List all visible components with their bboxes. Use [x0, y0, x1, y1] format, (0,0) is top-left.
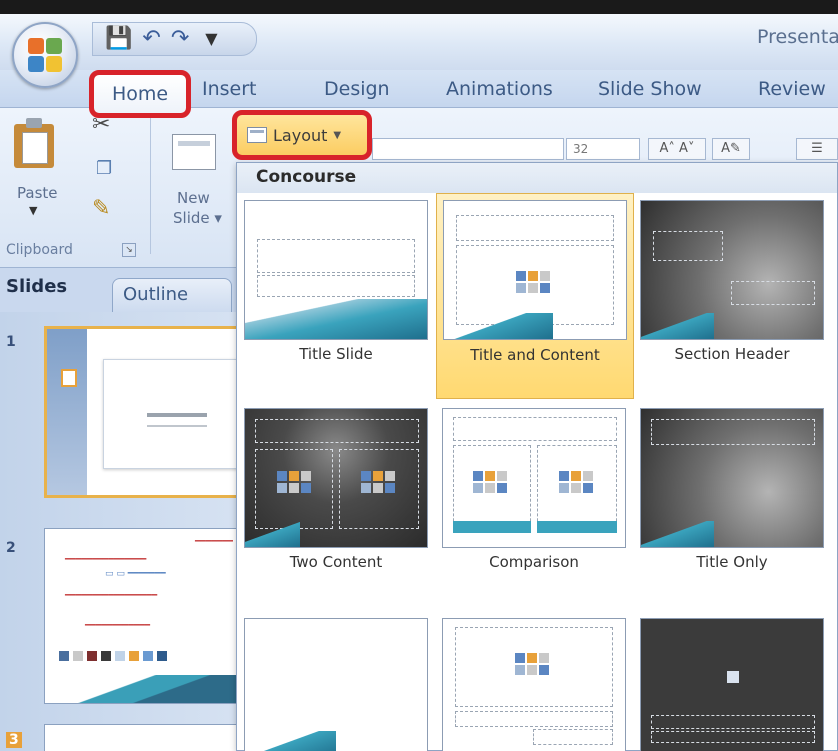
clear-formatting-button[interactable]: A✎ [712, 138, 750, 160]
tab-insert[interactable]: Insert [202, 78, 257, 100]
layout-label: Title and Content [470, 346, 600, 364]
save-icon[interactable]: 💾 [105, 28, 132, 50]
new-slide-label: New [177, 189, 210, 207]
slide-thumbnail[interactable] [44, 724, 240, 751]
layout-preview [244, 618, 428, 751]
layout-picture-with-caption[interactable] [640, 618, 824, 751]
office-button[interactable] [12, 22, 78, 88]
group-separator [150, 114, 151, 254]
quick-access-toolbar: 💾 ↶ ↷ ▼ [92, 22, 257, 56]
layout-label: Title Only [696, 553, 768, 571]
tab-review[interactable]: Review [758, 78, 826, 100]
font-size-input[interactable]: 32 [566, 138, 640, 160]
layout-comparison[interactable]: Comparison [442, 408, 626, 578]
layout-label: Title Slide [299, 345, 373, 363]
layout-preview [244, 408, 428, 548]
gallery-theme-title: Concourse [256, 167, 357, 187]
slide-number: 3 [6, 732, 22, 748]
tab-home[interactable]: Home [89, 70, 191, 118]
format-painter-icon[interactable]: ✎ [92, 196, 110, 221]
layout-blank[interactable] [244, 618, 428, 751]
layout-section-header[interactable]: Section Header [640, 200, 824, 370]
tab-animations[interactable]: Animations [446, 78, 553, 100]
new-slide-label-2: Slide ▾ [173, 209, 222, 227]
slide-thumbnail[interactable]: ━━━━━━━ ━━━━━━━━━━━━━━━ ▭ ▭ ━━━━━━━ ━━━━… [44, 528, 240, 704]
tab-slides[interactable]: Slides [6, 276, 67, 297]
bullets-button[interactable]: ☰ [796, 138, 838, 160]
layout-button[interactable]: Layout ▼ [232, 110, 372, 160]
undo-icon[interactable]: ↶ [142, 28, 160, 50]
slide-number: 2 [6, 540, 16, 556]
redo-icon[interactable]: ↷ [171, 28, 189, 50]
office-logo-icon [28, 38, 64, 74]
new-slide-button[interactable]: New Slide ▾ [173, 188, 222, 228]
layout-title-only[interactable]: Title Only [640, 408, 824, 578]
tab-outline[interactable]: Outline [112, 278, 232, 312]
layout-preview [244, 200, 428, 340]
layout-preview [640, 200, 824, 340]
clipboard-launcher-icon[interactable]: ↘ [122, 243, 136, 257]
copy-icon[interactable]: ❐ [96, 158, 112, 179]
new-slide-icon[interactable] [172, 134, 216, 170]
window-title: Presenta [757, 26, 838, 48]
layout-label: Two Content [289, 553, 383, 571]
layout-label: Comparison [489, 553, 579, 571]
tab-design[interactable]: Design [324, 78, 390, 100]
layout-label: Layout [273, 125, 328, 145]
chevron-down-icon: ▼ [333, 129, 342, 141]
layout-title-slide[interactable]: Title Slide [244, 200, 428, 370]
customize-qat-icon[interactable]: ▼ [205, 31, 217, 47]
layout-preview [443, 200, 627, 340]
tab-slide-show[interactable]: Slide Show [598, 78, 702, 100]
slide-number: 1 [6, 334, 16, 350]
paste-dropdown-icon[interactable]: ▼ [29, 204, 37, 217]
grow-shrink-font-button[interactable]: A˄ A˅ [648, 138, 706, 160]
slide-thumbnail[interactable] [44, 326, 240, 498]
layout-preview [442, 618, 626, 751]
layout-title-and-content[interactable]: Title and Content [436, 193, 634, 399]
paste-icon[interactable] [14, 118, 58, 168]
paste-button[interactable]: Paste [17, 184, 58, 202]
clipboard-group-label: Clipboard [6, 242, 73, 258]
font-name-input[interactable] [372, 138, 564, 160]
layout-preview [640, 408, 824, 548]
layout-label: Section Header [674, 345, 790, 363]
layout-icon [247, 127, 267, 143]
layout-preview [442, 408, 626, 548]
layout-preview [640, 618, 824, 751]
layout-content-with-caption[interactable] [442, 618, 626, 751]
layout-two-content[interactable]: Two Content [244, 408, 428, 578]
